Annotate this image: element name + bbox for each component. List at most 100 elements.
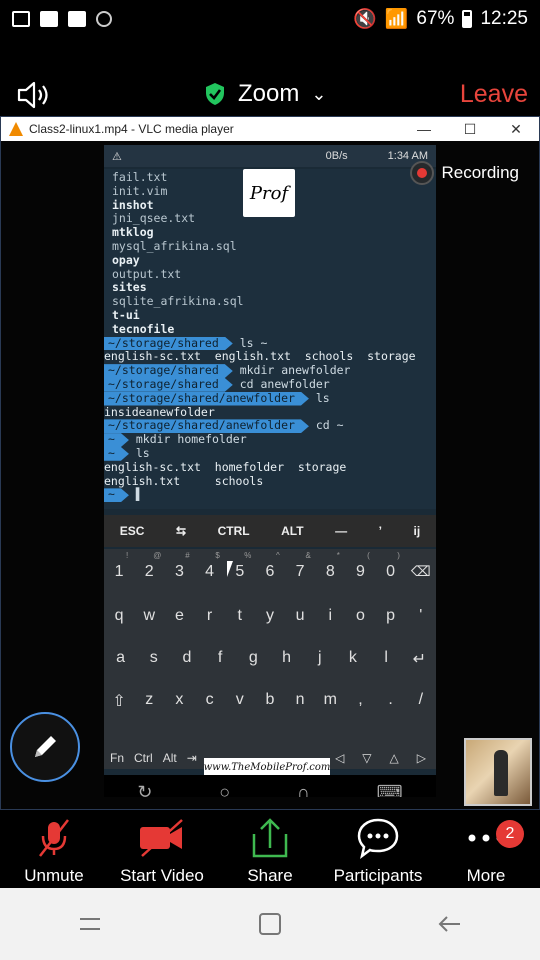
shield-check-icon [206, 83, 224, 105]
keyboard-key[interactable]: q [105, 607, 133, 625]
keyboard-key[interactable]: , [346, 691, 374, 711]
keyboard-key[interactable]: z [135, 691, 163, 711]
keyboard-key[interactable]: k [339, 649, 367, 669]
terminal-line: output.txt [112, 266, 182, 281]
keyboard-key[interactable]: 6 ^ [256, 551, 284, 581]
keyboard-key[interactable]: s [140, 649, 168, 669]
keyboard-key[interactable]: y [256, 607, 284, 625]
extra-key[interactable]: — [335, 524, 347, 538]
share-button[interactable]: Share [216, 812, 324, 888]
back-icon[interactable] [436, 912, 464, 936]
android-nav-bar [0, 888, 540, 960]
keyboard-key[interactable]: p [377, 607, 405, 625]
keyboard-key[interactable]: t [226, 607, 254, 625]
terminal-prompt: ~/storage/shared [104, 364, 233, 378]
keyboard-key[interactable]: 2 @ [135, 551, 163, 581]
status-bar: 🔇 📶 67% 12:25 [0, 0, 540, 38]
keyboard-key[interactable]: ⌫ [407, 563, 435, 581]
keyboard-key[interactable]: r [196, 607, 224, 625]
keyboard-key[interactable]: b [256, 691, 284, 711]
arrow-key[interactable]: ▷ [417, 751, 426, 765]
recents-icon[interactable] [76, 912, 104, 936]
keyboard-key[interactable]: i [316, 607, 344, 625]
extra-key[interactable]: CTRL [218, 524, 250, 538]
terminal-command-line: ~/storage/shared/anewfolder cd ~ [104, 418, 436, 433]
on-screen-keyboard: ⇧ z x c v b n m,. / a s d f g h j k l ↵ q w e r t y u i o p ' 1! 2 @3 #4 $… [104, 549, 436, 769]
mobileprof-logo: Prof [243, 169, 295, 217]
keyboard-key[interactable]: l [372, 649, 400, 669]
wifi-icon: 📶 [384, 9, 409, 30]
tab-key[interactable]: ⇥ [187, 751, 197, 765]
participants-button[interactable]: Participants [324, 812, 432, 888]
keyboard-key[interactable]: ↵ [405, 649, 433, 669]
keyboard-key[interactable]: . [377, 691, 405, 711]
keyboard-key[interactable]: j [306, 649, 334, 669]
more-button[interactable]: More 2 [432, 812, 540, 888]
terminal-command: ls [128, 445, 150, 460]
leave-button[interactable]: Leave [460, 80, 528, 109]
meeting-title-dropdown[interactable]: Zoom ⌄ [204, 80, 326, 108]
extra-key[interactable]: ij [413, 524, 420, 538]
fn-key[interactable]: Fn [110, 751, 124, 765]
alt-key[interactable]: Alt [163, 751, 177, 765]
keyboard-key[interactable]: n [286, 691, 314, 711]
terminal-extra-keys: ESC ⇆ CTRL ALT — ’ ij [104, 515, 436, 547]
video-off-icon [138, 816, 186, 860]
keyboard-key[interactable]: h [273, 649, 301, 669]
keyboard-key[interactable]: 3 # [165, 551, 193, 581]
terminal-command-line: ~/storage/shared mkdir anewfolder [104, 363, 436, 378]
keyboard-key[interactable]: 0) [377, 551, 405, 581]
extra-key[interactable]: ALT [281, 524, 303, 538]
chat-bubble-icon [356, 816, 400, 860]
start-video-button[interactable]: Start Video [108, 812, 216, 888]
keyboard-key[interactable]: u [286, 607, 314, 625]
extra-key[interactable]: ’ [379, 524, 382, 538]
unmute-button[interactable]: Unmute [0, 812, 108, 888]
extra-key[interactable]: ESC [120, 524, 145, 538]
arrow-key[interactable]: ▽ [362, 751, 371, 765]
keyboard-key[interactable]: 1! [105, 551, 133, 581]
phone-status-bar: ⚠ 0B/s 1:34 AM [104, 145, 436, 167]
keyboard-key[interactable]: ' [407, 607, 435, 625]
vlc-title-bar: Class2-linux1.mp4 - VLC media player — ☐… [1, 117, 539, 141]
keyboard-row: 1! 2 @3 #4 $5% 6 ^ 7 & 8 * 9(0) ⌫ [104, 551, 436, 581]
keyboard-key[interactable]: e [165, 607, 193, 625]
keyboard-key[interactable]: a [107, 649, 135, 669]
keyboard-key[interactable]: 8 * [316, 551, 344, 581]
participant-video-thumbnail[interactable] [464, 738, 532, 806]
keyboard-key[interactable]: 9( [346, 551, 374, 581]
keyboard-key[interactable]: o [346, 607, 374, 625]
keyboard-key[interactable]: / [407, 691, 435, 711]
keyboard-key[interactable]: c [196, 691, 224, 711]
keyboard-key[interactable]: 7 & [286, 551, 314, 581]
keyboard-key[interactable]: x [165, 691, 193, 711]
extra-key[interactable]: ⇆ [176, 524, 186, 538]
minimize-icon: — [417, 120, 431, 137]
close-icon: ✕ [510, 120, 522, 137]
arrow-key[interactable]: ◁ [335, 751, 344, 765]
arrow-key[interactable]: △ [390, 751, 399, 765]
keyboard-key[interactable]: v [226, 691, 254, 711]
maximize-icon: ☐ [463, 120, 477, 137]
terminal-command-line: ~/storage/shared cd anewfolder [104, 377, 436, 392]
phone-nav-button: ∩ [296, 781, 310, 798]
keyboard-key[interactable]: g [239, 649, 267, 669]
keyboard-key[interactable]: ⇧ [105, 691, 133, 711]
keyboard-key[interactable]: 4 $ [196, 551, 224, 581]
keyboard-key[interactable]: f [206, 649, 234, 669]
mouse-cursor-icon [227, 561, 233, 577]
keyboard-key[interactable]: m [316, 691, 344, 711]
terminal-command-line: ~ ▌ [104, 487, 436, 502]
speaker-icon[interactable] [16, 80, 52, 110]
home-icon[interactable] [257, 911, 283, 937]
keyboard-key[interactable]: w [135, 607, 163, 625]
annotate-button[interactable] [10, 712, 80, 782]
watermark: www.TheMobileProf.com [204, 758, 330, 776]
terminal-line: sqlite_afrikina.sql [112, 294, 244, 309]
terminal-command: mkdir homefolder [128, 432, 247, 447]
phone-nav-bar: ↻ ○ ∩ ⌨ [104, 775, 436, 797]
terminal-command-line: ~/storage/shared/anewfolder ls [104, 391, 436, 406]
key-hint: * [336, 551, 340, 560]
ctrl-key[interactable]: Ctrl [134, 751, 153, 765]
keyboard-key[interactable]: d [173, 649, 201, 669]
